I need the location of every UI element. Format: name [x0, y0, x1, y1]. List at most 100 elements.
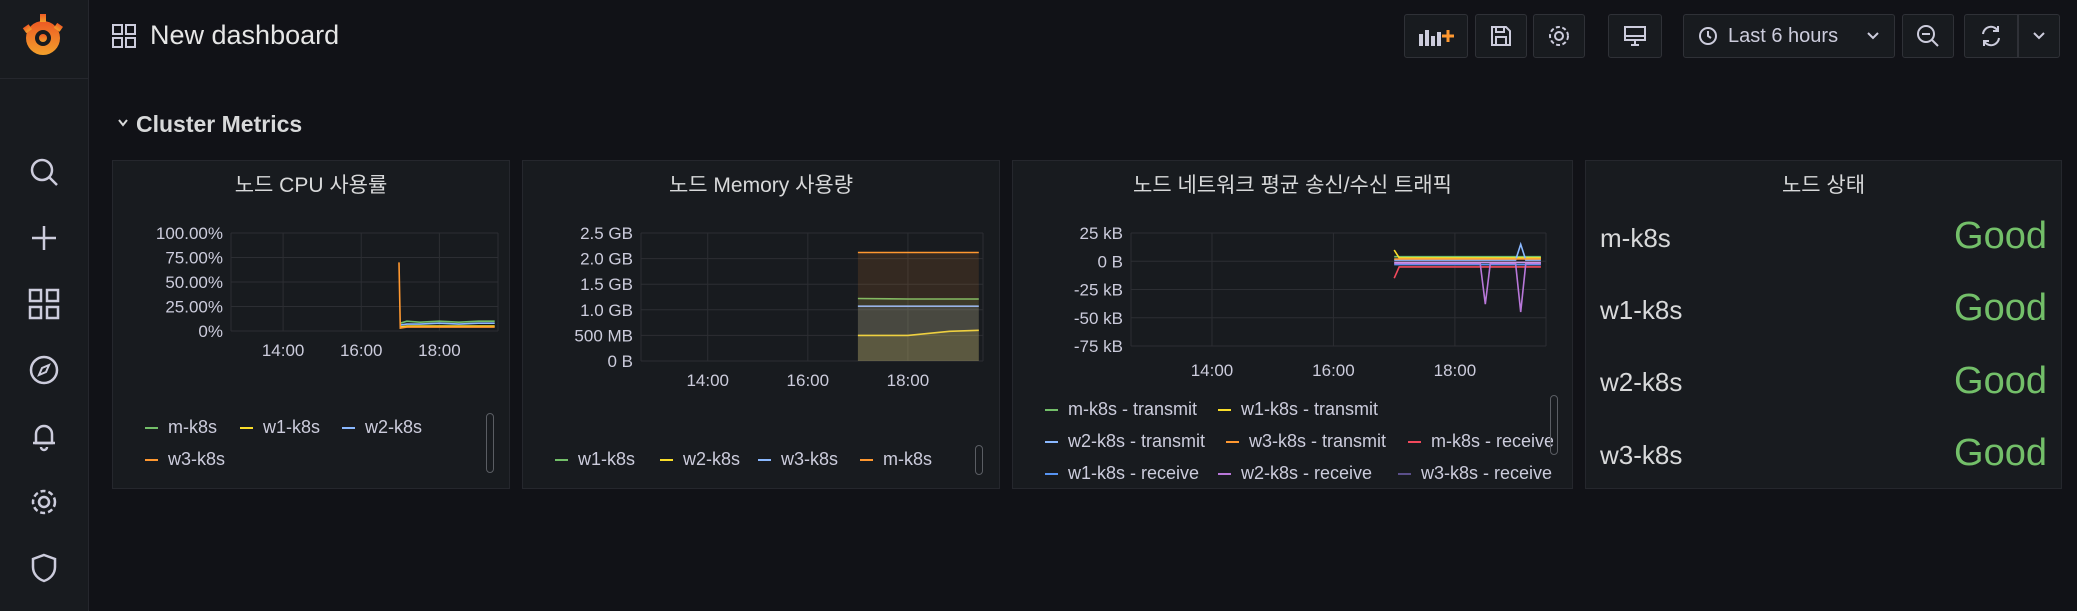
y-tick-label: 1.0 GB — [580, 301, 633, 320]
legend-item[interactable]: w1-k8s — [240, 417, 320, 438]
add-panel-button[interactable] — [1404, 14, 1468, 58]
legend-label: m-k8s — [883, 449, 932, 469]
stat-name: m-k8s — [1600, 223, 1671, 253]
clock-icon — [1699, 27, 1717, 45]
dashboards-icon[interactable] — [26, 286, 62, 322]
network-chart[interactable]: 25 kB 0 B -25 kB -50 kB -75 kB 14:00 16:00 18:0… — [1013, 201, 1572, 381]
y-tick-label: 0 B — [1097, 252, 1123, 271]
plus-icon[interactable] — [26, 220, 62, 256]
sidebar — [0, 0, 89, 611]
search-icon[interactable] — [26, 154, 62, 190]
chevron-down-icon — [2033, 32, 2045, 40]
legend-item[interactable]: w1-k8s — [555, 449, 635, 470]
dashboard-settings-button[interactable] — [1533, 14, 1585, 58]
legend-swatch — [1408, 441, 1421, 444]
legend-item[interactable]: w2-k8s - receive — [1218, 463, 1372, 484]
chevron-down-icon — [1867, 32, 1879, 40]
legend: m-k8s w1-k8s w2-k8s w3-k8s — [113, 417, 493, 487]
y-tick-label: 0 B — [607, 352, 633, 371]
legend-item[interactable]: m-k8s - receive — [1408, 431, 1553, 452]
y-tick-label: -25 kB — [1074, 281, 1123, 300]
legend-label: w2-k8s — [365, 417, 423, 437]
legend-scrollbar[interactable] — [486, 413, 494, 473]
series-area — [857, 252, 979, 361]
legend-swatch — [660, 459, 673, 462]
legend-label: w1-k8s — [263, 417, 321, 437]
panel-memory[interactable]: 노드 Memory 사용량 2.5 GB 2.0 GB 1.5 GB 1.0 GB 50… — [522, 160, 1000, 489]
memory-chart[interactable]: 2.5 GB 2.0 GB 1.5 GB 1.0 GB 500 MB 0 B 14:00 16… — [523, 201, 999, 401]
legend-item[interactable]: w1-k8s - receive — [1045, 463, 1199, 484]
grafana-logo[interactable] — [0, 0, 88, 79]
y-tick-label: 500 MB — [574, 326, 633, 345]
panel-title[interactable]: 노드 상태 — [1586, 169, 2061, 199]
x-tick-label: 16:00 — [787, 371, 830, 390]
legend-item[interactable]: w2-k8s — [342, 417, 422, 438]
x-tick-label: 18:00 — [418, 341, 461, 360]
legend-item[interactable]: m-k8s — [860, 449, 932, 470]
y-tick-label: 2.5 GB — [580, 224, 633, 243]
y-tick-label: 75.00% — [165, 249, 223, 268]
legend-item[interactable]: w2-k8s — [660, 449, 740, 470]
refresh-interval-dropdown[interactable] — [2018, 14, 2060, 58]
x-tick-label: 18:00 — [887, 371, 930, 390]
stat-value: Good — [1954, 360, 2047, 402]
legend-item[interactable]: w2-k8s - transmit — [1045, 431, 1205, 452]
legend-item[interactable]: m-k8s — [145, 417, 217, 438]
y-tick-label: 100.00% — [156, 224, 223, 243]
time-range-label: Last 6 hours — [1728, 24, 1839, 47]
legend-label: w3-k8s — [781, 449, 839, 469]
refresh-button[interactable] — [1964, 14, 2018, 58]
cpu-chart[interactable]: 100.00% 75.00% 50.00% 25.00% 0% 14:00 16:00 18:… — [113, 201, 509, 371]
legend-item[interactable]: w3-k8s - receive — [1398, 463, 1552, 484]
legend-swatch — [240, 427, 253, 430]
legend-label: w3-k8s - transmit — [1249, 431, 1387, 451]
x-tick-label: 16:00 — [1312, 361, 1355, 380]
legend-item[interactable]: w3-k8s — [758, 449, 838, 470]
refresh-icon — [1982, 25, 2000, 47]
legend-label: w3-k8s — [168, 449, 226, 469]
shield-icon[interactable] — [26, 550, 62, 586]
legend-scrollbar[interactable] — [975, 445, 983, 475]
legend-swatch — [1045, 473, 1058, 476]
gear-icon[interactable] — [26, 484, 62, 520]
monitor-icon — [1624, 26, 1646, 46]
x-tick-label: 18:00 — [1434, 361, 1477, 380]
stat-name: w3-k8s — [1600, 440, 1683, 470]
time-range-picker[interactable]: Last 6 hours — [1683, 14, 1895, 58]
legend-label: m-k8s - receive — [1431, 431, 1553, 451]
legend-item[interactable]: w1-k8s - transmit — [1218, 399, 1378, 420]
legend-label: m-k8s - transmit — [1068, 399, 1198, 419]
legend-item[interactable]: w3-k8s - transmit — [1226, 431, 1386, 452]
panel-title[interactable]: 노드 네트워크 평균 송신/수신 트래픽 — [1013, 169, 1572, 199]
save-dashboard-button[interactable] — [1475, 14, 1527, 58]
panel-network[interactable]: 노드 네트워크 평균 송신/수신 트래픽 25 kB 0 B -25 kB -50 k… — [1012, 160, 1573, 489]
y-tick-label: -50 kB — [1074, 309, 1123, 328]
row-title[interactable]: Cluster Metrics — [136, 111, 302, 138]
stat-value: Good — [1954, 287, 2047, 329]
panel-cpu[interactable]: 노드 CPU 사용률 100.00% 75.00% 50.00% 25.00% 0% 14… — [112, 160, 510, 489]
y-tick-label: 50.00% — [165, 273, 223, 292]
legend-swatch — [758, 459, 771, 462]
cycle-view-mode-button[interactable] — [1608, 14, 1662, 58]
zoom-out-icon — [1917, 25, 1939, 47]
legend-swatch — [555, 459, 568, 462]
legend-scrollbar[interactable] — [1550, 395, 1558, 455]
chevron-down-icon[interactable] — [117, 118, 129, 128]
series-line — [1394, 262, 1541, 313]
alerting-icon[interactable] — [26, 418, 62, 454]
zoom-out-button[interactable] — [1902, 14, 1954, 58]
panel-node-status[interactable]: 노드 상태 m-k8s Good w1-k8s Good w2-k8s Good… — [1585, 160, 2062, 489]
stat-name: w1-k8s — [1600, 295, 1683, 325]
legend-item[interactable]: m-k8s - transmit — [1045, 399, 1197, 420]
explore-icon[interactable] — [26, 352, 62, 388]
legend-item[interactable]: w3-k8s — [145, 449, 225, 470]
dashboard-title[interactable]: New dashboard — [150, 20, 339, 51]
y-tick-label: -75 kB — [1074, 337, 1123, 356]
x-tick-label: 14:00 — [686, 371, 729, 390]
panel-title[interactable]: 노드 Memory 사용량 — [523, 169, 999, 199]
stat-name: w2-k8s — [1600, 367, 1683, 397]
save-icon — [1491, 26, 1511, 46]
grafana-logo-icon — [22, 14, 63, 55]
legend-swatch — [1226, 441, 1239, 444]
panel-title[interactable]: 노드 CPU 사용률 — [113, 169, 509, 199]
